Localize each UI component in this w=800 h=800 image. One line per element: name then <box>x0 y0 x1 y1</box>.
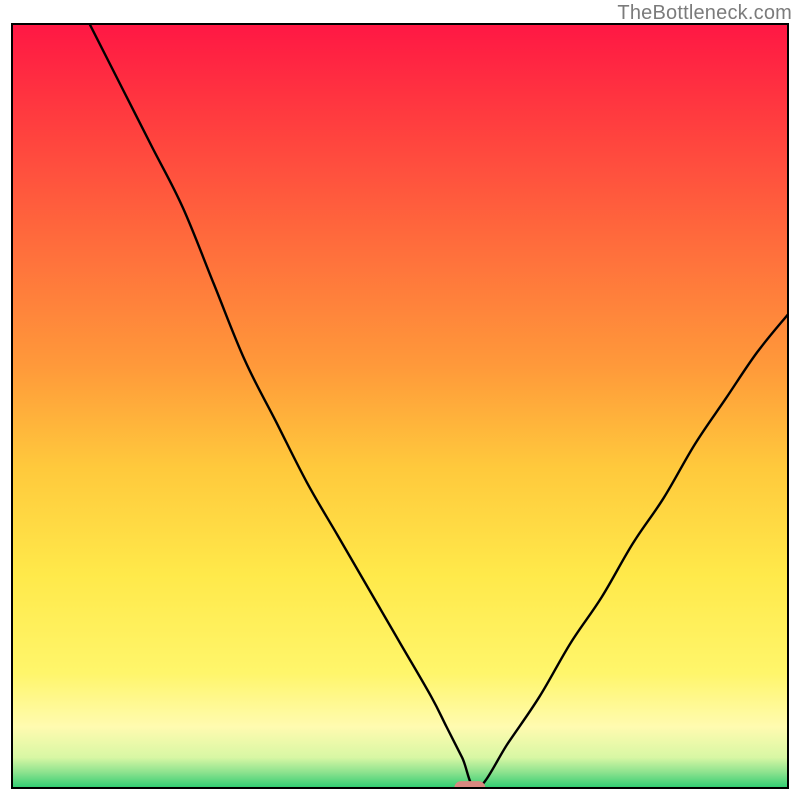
bottleneck-chart <box>0 0 800 800</box>
watermark-text: TheBottleneck.com <box>617 2 792 25</box>
gradient-background <box>12 24 788 788</box>
chart-stage: TheBottleneck.com <box>0 0 800 800</box>
